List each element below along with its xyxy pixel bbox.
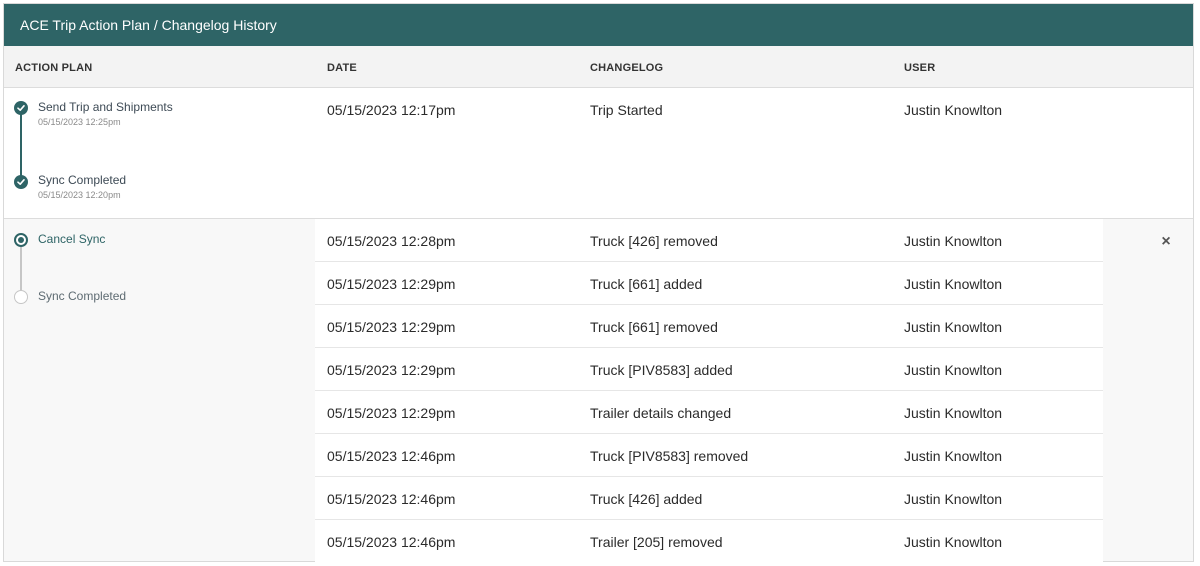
table-row: 05/15/2023 12:46pm Truck [PIV8583] remov… xyxy=(315,434,1103,477)
entry-date: 05/15/2023 12:29pm xyxy=(327,405,456,421)
check-icon xyxy=(14,175,28,189)
step-date: 05/15/2023 12:20pm xyxy=(38,190,121,200)
table-row: 05/15/2023 12:46pm Truck [426] added Jus… xyxy=(315,477,1103,520)
step-label: Sync Completed xyxy=(38,289,127,303)
header-date: DATE xyxy=(327,62,357,74)
action-group-2: Cancel Sync Sync Completed 05/15/2023 12… xyxy=(4,219,1193,563)
entry-changelog: Truck [PIV8583] added xyxy=(590,362,733,378)
entry-date: 05/15/2023 12:46pm xyxy=(327,534,456,550)
close-icon[interactable]: × xyxy=(1157,233,1175,251)
step-date: 05/15/2023 12:25pm xyxy=(38,117,121,127)
table-header: ACTION PLAN DATE CHANGELOG USER xyxy=(4,46,1193,88)
header-action-plan: ACTION PLAN xyxy=(15,62,93,74)
step-label: Cancel Sync xyxy=(38,232,106,246)
table-row: 05/15/2023 12:29pm Truck [661] added Jus… xyxy=(315,262,1103,305)
step-label: Sync Completed xyxy=(38,173,127,187)
header-user: USER xyxy=(904,62,936,74)
changelog-panel: ACE Trip Action Plan / Changelog History… xyxy=(3,3,1194,563)
entry-changelog: Truck [PIV8583] removed xyxy=(590,448,749,464)
entry-user: Justin Knowlton xyxy=(904,362,1003,378)
entry-date: 05/15/2023 12:29pm xyxy=(327,276,456,292)
action-group-1: Send Trip and Shipments 05/15/2023 12:25… xyxy=(4,88,1193,219)
entry-changelog: Trailer [205] removed xyxy=(590,534,723,550)
entry-date: 05/15/2023 12:46pm xyxy=(327,491,456,507)
entry-date: 05/15/2023 12:28pm xyxy=(327,233,456,249)
current-step-icon xyxy=(14,233,28,247)
entry-changelog: Truck [661] added xyxy=(590,276,703,292)
step-label: Send Trip and Shipments xyxy=(38,100,173,114)
entry-user: Justin Knowlton xyxy=(904,233,1003,249)
entry-date: 05/15/2023 12:29pm xyxy=(327,362,456,378)
check-icon xyxy=(14,101,28,115)
entry-changelog: Truck [661] removed xyxy=(590,319,718,335)
entry-date: 05/15/2023 12:46pm xyxy=(327,448,456,464)
entry-user: Justin Knowlton xyxy=(904,448,1003,464)
table-row: 05/15/2023 12:28pm Truck [426] removed J… xyxy=(315,219,1103,262)
entry-changelog: Truck [426] removed xyxy=(590,233,718,249)
pending-step-icon xyxy=(14,290,28,304)
table-row: 05/15/2023 12:29pm Trailer details chang… xyxy=(315,391,1103,434)
entry-user: Justin Knowlton xyxy=(904,534,1003,550)
entry-user: Justin Knowlton xyxy=(904,491,1003,507)
entry-user: Justin Knowlton xyxy=(904,319,1003,335)
entry-date: 05/15/2023 12:17pm xyxy=(327,102,456,118)
entry-user: Justin Knowlton xyxy=(904,276,1003,292)
timeline-connector xyxy=(20,114,22,180)
header-changelog: CHANGELOG xyxy=(590,62,664,74)
timeline-connector xyxy=(20,247,22,291)
entry-changelog: Trailer details changed xyxy=(590,405,732,421)
entry-user: Justin Knowlton xyxy=(904,405,1003,421)
entry-user: Justin Knowlton xyxy=(904,102,1003,118)
entry-date: 05/15/2023 12:29pm xyxy=(327,319,456,335)
table-row: 05/15/2023 12:29pm Truck [661] removed J… xyxy=(315,305,1103,348)
table-row: 05/15/2023 12:29pm Truck [PIV8583] added… xyxy=(315,348,1103,391)
table-row: 05/15/2023 12:46pm Trailer [205] removed… xyxy=(315,520,1103,563)
entry-changelog: Truck [426] added xyxy=(590,491,703,507)
panel-title: ACE Trip Action Plan / Changelog History xyxy=(4,4,1193,46)
entry-changelog: Trip Started xyxy=(590,102,663,118)
